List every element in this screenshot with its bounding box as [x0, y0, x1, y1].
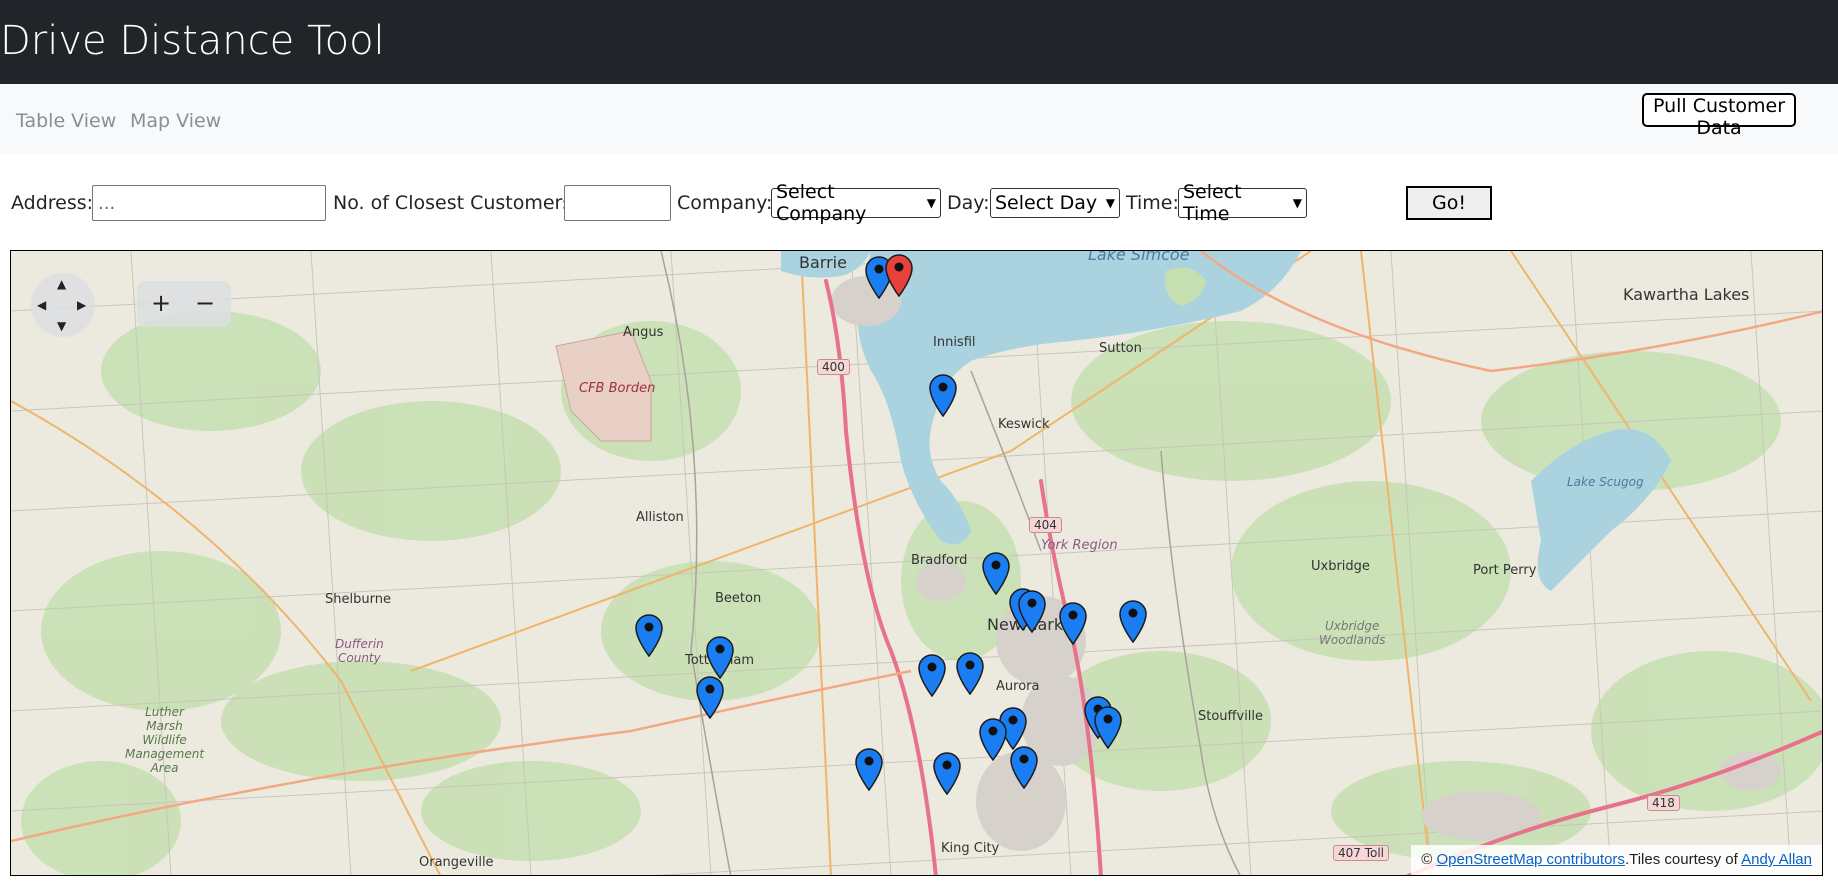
place-label: Alliston [636, 510, 684, 525]
pan-control[interactable]: ▲ ▼ ◀ ▶ [31, 273, 95, 337]
address-label: Address: [11, 192, 94, 214]
author-link[interactable]: Andy Allan [1741, 851, 1812, 868]
copyright-symbol: © [1421, 851, 1433, 868]
place-label: Sutton [1099, 341, 1142, 356]
highway-shield: 400 [817, 359, 850, 375]
map-view[interactable]: Barrie Lake Simcoe Angus Innisfil Sutton… [10, 250, 1823, 876]
pan-right-icon[interactable]: ▶ [77, 298, 86, 312]
go-button[interactable]: Go! [1406, 186, 1492, 220]
place-label: Barrie [799, 253, 847, 272]
navbar: Table View Map View [0, 84, 1838, 154]
customer-marker-icon[interactable] [1058, 601, 1088, 646]
zoom-control: + − [137, 281, 231, 327]
place-label: Bradford [911, 553, 968, 568]
search-form: Address: No. of Closest Customers: Compa… [0, 181, 1838, 225]
place-label: Stouffville [1198, 709, 1264, 724]
place-label: Innisfil [933, 335, 976, 350]
time-select[interactable]: Select Time ▼ [1178, 181, 1307, 225]
place-label: Uxbridge Woodlands [1319, 619, 1386, 647]
address-input[interactable] [92, 185, 326, 221]
customer-marker-icon[interactable] [981, 551, 1011, 596]
customer-marker-icon[interactable] [917, 653, 947, 698]
pan-down-icon[interactable]: ▼ [57, 319, 66, 333]
place-label: Keswick [998, 417, 1050, 432]
place-label: Luther Marsh Wildlife Management Area [125, 705, 205, 775]
place-label: Beeton [715, 591, 762, 606]
highway-shield: 407 Toll [1333, 845, 1390, 861]
map-attribution: © OpenStreetMap contributors.Tiles court… [1411, 845, 1822, 875]
place-label: Dufferin County [335, 637, 384, 665]
customer-marker-icon[interactable] [854, 747, 884, 792]
nav-map-view[interactable]: Map View [130, 110, 221, 132]
attribution-text: .Tiles courtesy of [1624, 851, 1738, 868]
pull-customer-data-button[interactable]: Pull Customer Data [1642, 93, 1796, 139]
osm-link[interactable]: OpenStreetMap contributors [1437, 851, 1625, 868]
place-label: Aurora [996, 679, 1040, 694]
zoom-in-button[interactable]: + [151, 289, 171, 317]
customer-marker-icon[interactable] [932, 751, 962, 796]
customer-marker-icon[interactable] [705, 635, 735, 680]
customer-marker-icon[interactable] [1093, 705, 1123, 750]
place-label: Shelburne [325, 592, 391, 607]
app-title: Drive Distance Tool [0, 18, 385, 64]
zoom-out-button[interactable]: − [195, 289, 215, 317]
place-label: Lake Simcoe [1088, 250, 1190, 264]
customer-marker-icon[interactable] [1017, 589, 1047, 634]
place-label: York Region [1041, 538, 1118, 553]
place-label: Orangeville [419, 855, 494, 870]
place-label: Port Perry [1473, 563, 1537, 578]
place-label: Lake Scugog [1567, 475, 1644, 489]
customer-marker-icon[interactable] [695, 675, 725, 720]
company-label: Company: [677, 192, 773, 214]
customer-marker-icon[interactable] [955, 651, 985, 696]
chevron-down-icon: ▼ [1105, 196, 1115, 210]
chevron-down-icon: ▼ [1292, 196, 1302, 210]
time-select-value: Select Time [1183, 181, 1242, 225]
chevron-down-icon: ▼ [926, 196, 936, 210]
closest-customers-label: No. of Closest Customers: [333, 192, 579, 214]
pan-up-icon[interactable]: ▲ [57, 277, 66, 291]
customer-marker-icon[interactable] [928, 373, 958, 418]
place-label: Uxbridge [1311, 559, 1370, 574]
origin-marker-icon[interactable] [884, 253, 914, 298]
customer-marker-icon[interactable] [634, 613, 664, 658]
place-label: Angus [623, 325, 664, 340]
company-select-value: Select Company [776, 181, 867, 225]
customer-marker-icon[interactable] [1009, 745, 1039, 790]
day-label: Day: [947, 192, 990, 214]
customer-marker-icon[interactable] [978, 717, 1008, 762]
place-label: CFB Borden [579, 381, 656, 396]
place-label: Kawartha Lakes [1623, 285, 1750, 304]
company-select[interactable]: Select Company ▼ [771, 181, 941, 225]
app-header: Drive Distance Tool [0, 0, 1838, 84]
highway-shield: 418 [1647, 795, 1680, 811]
day-select-value: Select Day [995, 192, 1098, 214]
customer-marker-icon[interactable] [1118, 599, 1148, 644]
day-select[interactable]: Select Day ▼ [990, 188, 1120, 218]
nav-table-view[interactable]: Table View [16, 110, 116, 132]
pan-left-icon[interactable]: ◀ [37, 298, 46, 312]
place-label: King City [941, 841, 1000, 856]
closest-customers-input[interactable] [564, 185, 671, 221]
time-label: Time: [1126, 192, 1179, 214]
highway-shield: 404 [1029, 517, 1062, 533]
